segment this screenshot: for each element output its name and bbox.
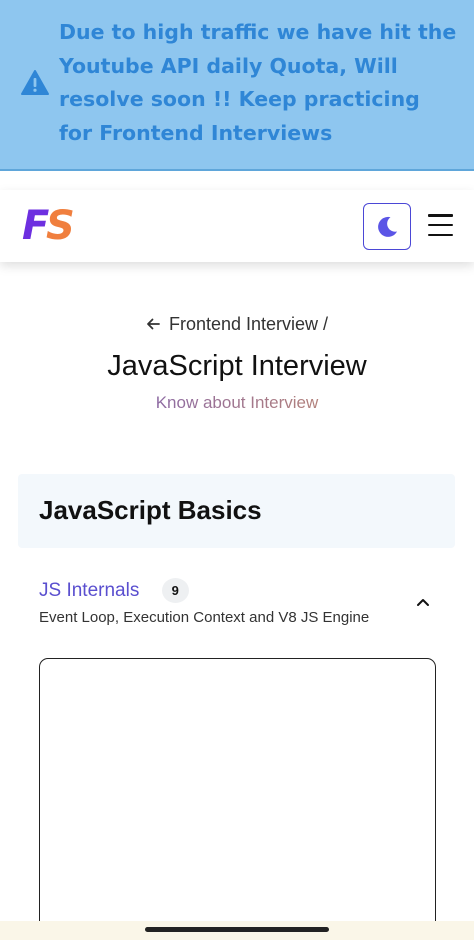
topic-count-badge: 9	[161, 578, 189, 603]
logo-letter-s: S	[46, 203, 75, 249]
quota-banner: Due to high traffic we have hit the Yout…	[0, 0, 474, 171]
banner-message: Due to high traffic we have hit the Yout…	[59, 20, 457, 145]
menu-line	[428, 223, 453, 227]
topic-header[interactable]: JS Internals 9	[39, 578, 439, 603]
menu-line	[428, 233, 453, 236]
section-title: JavaScript Basics	[39, 495, 262, 525]
menu-line	[428, 214, 453, 217]
warning-icon	[21, 70, 49, 95]
chevron-up-icon[interactable]	[415, 596, 431, 608]
logo-letter-f: F	[22, 203, 49, 249]
site-header: F S	[0, 190, 474, 262]
topic-description: Event Loop, Execution Context and V8 JS …	[39, 609, 370, 626]
breadcrumb[interactable]: Frontend Interview /	[0, 314, 474, 335]
topic-title[interactable]: JS Internals	[39, 580, 139, 602]
home-indicator[interactable]	[145, 927, 329, 932]
hamburger-menu-icon[interactable]	[428, 214, 453, 236]
arrow-left-icon[interactable]	[146, 318, 160, 330]
video-content-panel[interactable]	[39, 658, 436, 940]
theme-toggle-button[interactable]	[363, 203, 411, 250]
breadcrumb-link[interactable]: Frontend Interview /	[169, 314, 328, 334]
section-header: JavaScript Basics	[18, 474, 455, 548]
page-subtitle: Know about Interview	[0, 393, 474, 413]
moon-icon	[378, 216, 397, 237]
page-title: JavaScript Interview	[107, 350, 367, 382]
site-logo[interactable]: F S	[22, 204, 80, 248]
